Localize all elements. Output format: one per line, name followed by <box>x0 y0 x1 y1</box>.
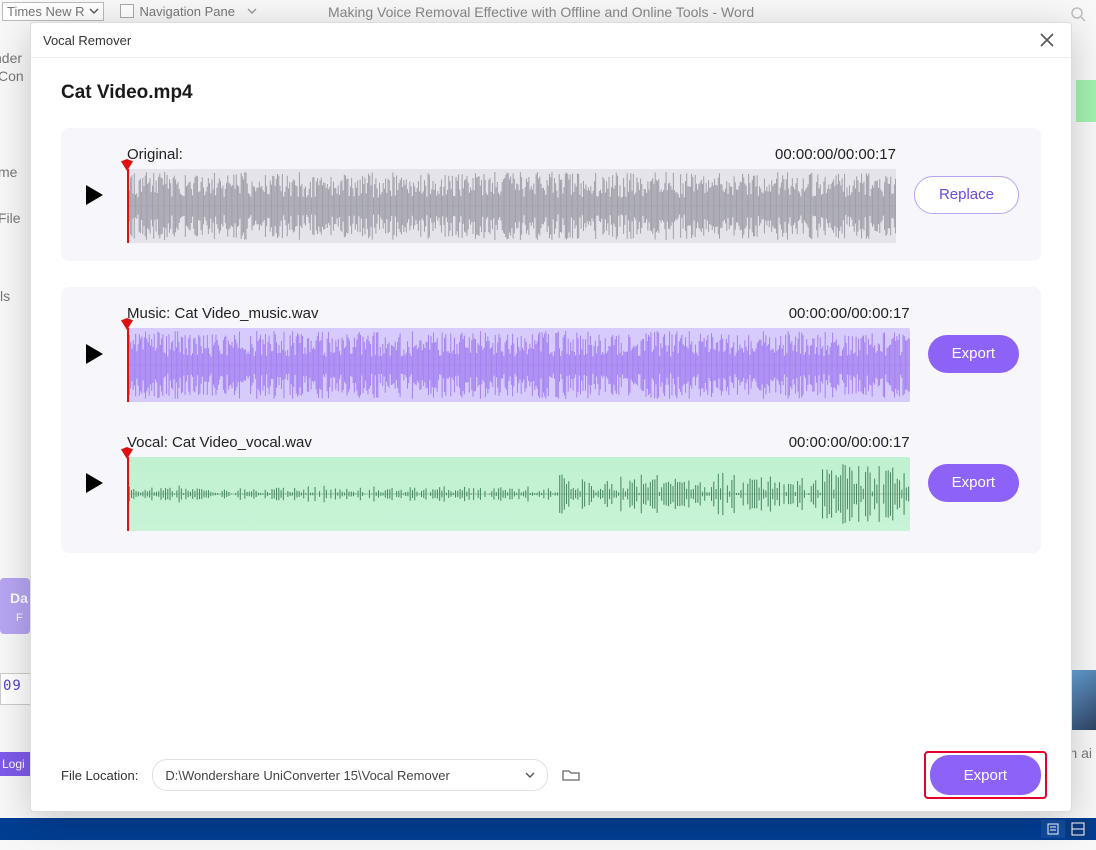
bg-fragment: Logi <box>0 752 30 776</box>
bg-fragment <box>1076 80 1096 122</box>
chevron-down-icon <box>525 770 535 780</box>
bg-fragment: Da F <box>0 578 30 634</box>
track-label: Music: Cat Video_music.wav <box>127 305 318 322</box>
waveform-original[interactable] <box>127 169 896 243</box>
file-location-select[interactable]: D:\Wondershare UniConverter 15\Vocal Rem… <box>152 759 548 791</box>
export-button-vocal[interactable]: Export <box>928 464 1019 502</box>
vocal-remover-dialog: Vocal Remover Cat Video.mp4 Original: 00… <box>30 22 1072 812</box>
bg-fragment: ls <box>0 288 10 304</box>
font-select: Times New R <box>2 2 104 21</box>
open-folder-button[interactable] <box>562 768 580 782</box>
bg-fragment <box>1068 670 1096 730</box>
dialog-footer: File Location: D:\Wondershare UniConvert… <box>61 755 1041 795</box>
waveform-music[interactable] <box>127 328 910 402</box>
track-label: Vocal: Cat Video_vocal.wav <box>127 434 312 451</box>
waveform-vocal[interactable] <box>127 457 910 531</box>
bg-fragment: 09 <box>0 673 32 705</box>
folder-icon <box>562 768 580 782</box>
export-all-button[interactable]: Export <box>930 755 1041 795</box>
nav-pane-label: Navigation Pane <box>140 4 235 19</box>
status-icon <box>1041 820 1065 838</box>
results-panel: Music: Cat Video_music.wav 00:00:00/00:0… <box>61 287 1041 553</box>
file-title: Cat Video.mp4 <box>61 82 1041 104</box>
dialog-title: Vocal Remover <box>43 33 131 48</box>
track-music: Music: Cat Video_music.wav 00:00:00/00:0… <box>79 305 1019 402</box>
file-location-label: File Location: <box>61 768 138 783</box>
track-original: Original: 00:00:00/00:00:17 Replace <box>79 146 1019 243</box>
track-vocal: Vocal: Cat Video_vocal.wav 00:00:00/00:0… <box>79 434 1019 531</box>
track-time: 00:00:00/00:00:17 <box>789 305 910 322</box>
status-icon <box>1066 820 1090 838</box>
close-icon <box>1040 33 1054 47</box>
track-time: 00:00:00/00:00:17 <box>789 434 910 451</box>
play-button-vocal[interactable] <box>79 468 109 498</box>
bg-fragment: me <box>0 164 17 180</box>
word-window-title: Making Voice Removal Effective with Offl… <box>328 4 754 20</box>
dialog-header: Vocal Remover <box>31 23 1071 58</box>
play-icon <box>86 185 103 205</box>
track-time: 00:00:00/00:00:17 <box>775 146 896 163</box>
font-name: Times New R <box>7 4 85 19</box>
track-label: Original: <box>127 146 183 163</box>
bg-fragment: nder <box>0 50 22 66</box>
search-icon <box>1070 6 1086 22</box>
bg-fragment: Con <box>0 68 24 84</box>
play-button-original[interactable] <box>79 180 109 210</box>
chevron-down-icon <box>247 6 257 16</box>
bg-fragment: File <box>0 210 21 226</box>
replace-button[interactable]: Replace <box>914 176 1019 214</box>
play-icon <box>86 344 103 364</box>
play-icon <box>86 473 103 493</box>
original-panel: Original: 00:00:00/00:00:17 Replace <box>61 128 1041 261</box>
play-button-music[interactable] <box>79 339 109 369</box>
chevron-down-icon <box>89 6 99 16</box>
word-status-bar <box>0 818 1096 840</box>
nav-pane-checkbox <box>120 4 134 18</box>
export-button-music[interactable]: Export <box>928 335 1019 373</box>
file-location-path: D:\Wondershare UniConverter 15\Vocal Rem… <box>165 768 449 783</box>
close-button[interactable] <box>1035 28 1059 52</box>
